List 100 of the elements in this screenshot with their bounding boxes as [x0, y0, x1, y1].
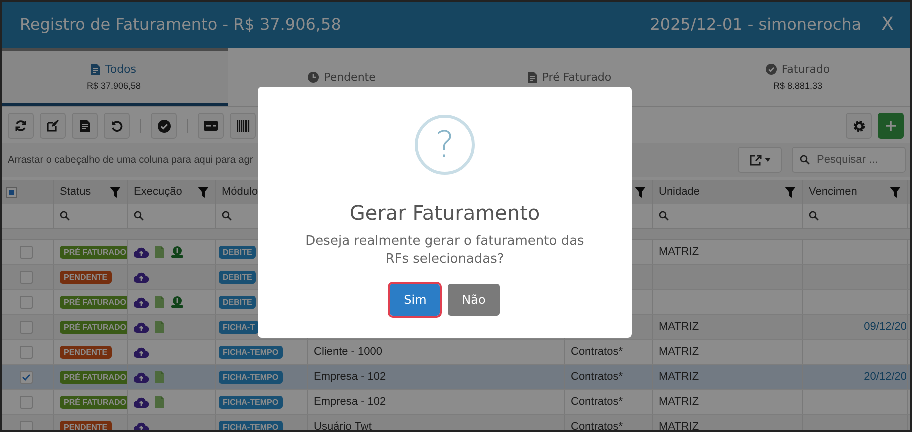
export-button[interactable] [738, 147, 782, 173]
card-button[interactable] [198, 113, 224, 139]
row-checkbox[interactable] [20, 370, 33, 384]
table-cell: Cliente - 1000 [314, 346, 382, 358]
cloud-upload-icon[interactable] [134, 372, 149, 382]
module-badge: DEBITE [219, 246, 256, 258]
due-date: 20/12/20 [864, 371, 907, 383]
search-icon[interactable] [222, 211, 232, 221]
column-header[interactable]: Vencimen [809, 186, 858, 198]
money-icon[interactable] [171, 246, 184, 258]
table-cell: Contratos* [571, 396, 623, 408]
column-header[interactable]: Módulo [222, 186, 258, 198]
filter-icon[interactable] [890, 186, 901, 198]
search-icon[interactable] [60, 211, 70, 221]
edit-button[interactable] [40, 113, 66, 139]
tab[interactable]: Faturado R$ 8.881,33 [684, 48, 912, 106]
edit-icon [47, 120, 59, 132]
window-title: Registro de Faturamento - R$ 37.906,58 [20, 14, 342, 34]
status-badge: PRÉ FATURADO [60, 370, 127, 384]
tab-label: Todos [105, 63, 137, 76]
cloud-upload-icon[interactable] [134, 346, 149, 358]
clock-icon [308, 72, 320, 82]
cloud-upload-icon[interactable] [134, 322, 149, 332]
check-icon [22, 374, 31, 380]
row-checkbox[interactable] [20, 320, 33, 334]
card-icon [204, 121, 218, 131]
document-icon [91, 64, 100, 75]
table-cell: Empresa - 102 [314, 371, 386, 383]
undo-button[interactable] [104, 113, 130, 139]
table-cell: MATRIZ [659, 321, 700, 333]
table-cell: MATRIZ [659, 371, 700, 383]
table-cell: Usuário Twt [314, 421, 372, 432]
status-badge: PRÉ FATURADO [60, 320, 127, 334]
refresh-button[interactable] [8, 113, 34, 139]
filter-icon[interactable] [198, 186, 209, 198]
tab-amount: R$ 8.881,33 [773, 81, 823, 91]
table-cell: MATRIZ [659, 396, 700, 408]
module-badge: FICHA-TEMPO [219, 346, 283, 358]
search-icon[interactable] [800, 155, 810, 165]
tab-label: Pré Faturado [542, 70, 612, 84]
search-icon[interactable] [809, 211, 819, 221]
filter-icon[interactable] [110, 186, 121, 198]
module-badge: DEBITE [219, 296, 256, 308]
module-badge: FICHA-TEMPO [219, 370, 283, 384]
table-cell: Contratos* [571, 421, 623, 432]
export-icon [750, 154, 762, 166]
check-circle-icon [158, 120, 170, 132]
confirm-button[interactable]: Sim [390, 284, 440, 316]
column-header[interactable]: Unidade [659, 186, 700, 198]
refresh-icon [15, 120, 27, 132]
table-cell: Contratos* [571, 371, 623, 383]
close-button[interactable]: X [882, 14, 894, 34]
cloud-upload-icon[interactable] [134, 272, 149, 282]
cloud-upload-icon[interactable] [134, 246, 149, 258]
tab[interactable]: Pendente [228, 48, 456, 106]
barcode-button[interactable] [230, 113, 256, 139]
money-icon[interactable] [171, 296, 184, 308]
module-badge: DEBITE [219, 270, 256, 284]
tab[interactable]: Todos R$ 37.906,58 [0, 48, 228, 106]
row-checkbox[interactable] [20, 396, 33, 408]
column-header[interactable]: Status [60, 186, 92, 198]
status-badge: PENDENTE [60, 270, 112, 284]
tab-label: Faturado [782, 63, 830, 76]
filter-icon[interactable] [785, 186, 796, 198]
filter-icon[interactable] [635, 186, 646, 198]
document-icon [80, 120, 90, 132]
row-checkbox[interactable] [20, 270, 33, 284]
table-cell: Contratos* [571, 346, 623, 358]
column-header[interactable]: Execução [134, 186, 182, 198]
tab-label: Pendente [324, 70, 376, 84]
plus-icon [885, 120, 897, 132]
tab[interactable]: Pré Faturado [456, 48, 684, 106]
settings-button[interactable] [846, 113, 872, 139]
row-checkbox[interactable] [20, 346, 33, 358]
approve-button[interactable] [151, 113, 177, 139]
search-icon[interactable] [659, 211, 669, 221]
dialog-title: Gerar Faturamento [350, 201, 540, 225]
add-button[interactable] [878, 113, 904, 139]
document-button[interactable] [72, 113, 98, 139]
question-icon: ? [415, 115, 475, 175]
session-info: 2025/12-01 - simonerocha [650, 14, 862, 34]
undo-icon [111, 120, 123, 132]
cloud-upload-icon[interactable] [134, 296, 149, 308]
table-cell: MATRIZ [659, 246, 700, 258]
cloud-upload-icon[interactable] [134, 396, 149, 408]
cancel-button[interactable]: Não [448, 284, 500, 316]
document-icon [528, 72, 538, 82]
row-checkbox[interactable] [20, 296, 33, 308]
search-field[interactable]: Pesquisar ... [792, 147, 906, 173]
search-icon[interactable] [134, 211, 144, 221]
check-circle-icon [766, 64, 777, 75]
row-checkbox[interactable] [20, 246, 33, 258]
cloud-upload-icon[interactable] [134, 422, 149, 432]
settings-icon [852, 120, 866, 132]
barcode-icon [236, 120, 250, 132]
status-badge: PENDENTE [60, 346, 112, 358]
dialog-message: Deseja realmente gerar o faturamento das RFs selecionadas? [304, 233, 586, 269]
caret-icon [764, 158, 770, 162]
module-badge: FICHA-TEMPO [219, 396, 283, 408]
due-date: 09/12/20 [864, 321, 907, 333]
